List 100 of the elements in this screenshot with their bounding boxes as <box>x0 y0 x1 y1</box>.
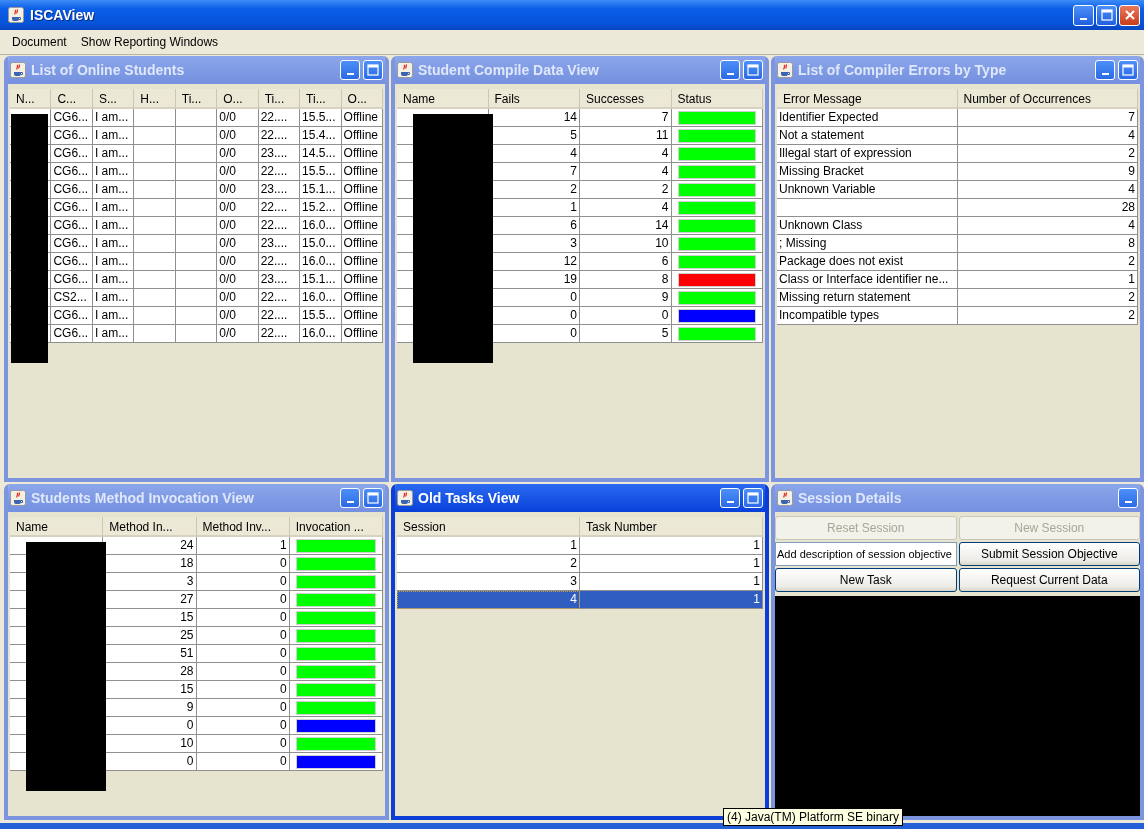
column-header[interactable]: Ti... <box>175 89 218 109</box>
minimize-button[interactable] <box>340 488 360 508</box>
table-cell: Offline <box>341 199 383 217</box>
table-cell <box>175 325 218 343</box>
table-cell: 4 <box>580 199 672 217</box>
column-header[interactable]: Session <box>397 517 580 537</box>
table-cell: 28 <box>957 199 1138 217</box>
column-header[interactable]: Status <box>671 89 763 109</box>
column-header[interactable]: Name <box>10 517 104 537</box>
column-header[interactable]: O... <box>217 89 259 109</box>
frame-title: Old Tasks View <box>418 490 521 506</box>
maximize-button[interactable] <box>363 488 383 508</box>
column-header[interactable]: Error Message <box>777 89 958 109</box>
session-button[interactable]: New Task <box>775 568 957 592</box>
column-header[interactable]: Ti... <box>300 89 342 109</box>
column-header[interactable]: O... <box>341 89 383 109</box>
table-row[interactable]: 2 1 <box>397 555 763 573</box>
column-header[interactable]: Fails <box>488 89 580 109</box>
maximize-button[interactable] <box>363 60 383 80</box>
maximize-icon <box>1100 9 1113 21</box>
table-cell: 22.... <box>258 127 301 145</box>
table-cell: 9 <box>580 289 672 307</box>
table-cell: Unknown Variable <box>777 181 958 199</box>
table-cell: 22.... <box>258 289 301 307</box>
objective-field[interactable]: Add description of session objective <box>775 542 957 566</box>
column-header[interactable]: S... <box>92 89 135 109</box>
table-cell: 0 <box>196 645 290 663</box>
column-header[interactable]: Task Number <box>580 517 763 537</box>
table-cell: 0/0 <box>217 163 259 181</box>
table-cell: 15.5... <box>300 109 342 127</box>
table-cell: 8 <box>580 271 672 289</box>
table-cell <box>134 145 176 163</box>
table-cell: 15 <box>103 609 197 627</box>
minimize-button[interactable] <box>1118 488 1138 508</box>
session-button[interactable]: Request Current Data <box>958 568 1140 592</box>
table-cell: 23.... <box>258 145 301 163</box>
minimize-icon <box>346 501 354 503</box>
column-header[interactable]: Name <box>397 89 489 109</box>
table-cell <box>134 181 176 199</box>
java-cup-icon <box>10 62 26 78</box>
table-cell: 18 <box>103 555 197 573</box>
table-cell: 11 <box>580 127 672 145</box>
table-cell: 15 <box>103 681 197 699</box>
table-row[interactable]: 1 1 <box>397 537 763 555</box>
table-cell: I am... <box>92 217 135 235</box>
table-cell: 0 <box>196 681 290 699</box>
table-cell: 16.0... <box>300 217 342 235</box>
column-header[interactable]: Ti... <box>258 89 301 109</box>
java-cup-icon <box>397 490 413 506</box>
menu-item[interactable]: Show Reporting Windows <box>80 35 219 49</box>
table-cell: Missing Bracket <box>777 163 958 181</box>
table-cell <box>134 199 176 217</box>
column-header[interactable]: Method Inv... <box>196 517 290 537</box>
column-header[interactable]: H... <box>134 89 176 109</box>
minimize-button[interactable] <box>720 60 740 80</box>
table-cell: 0 <box>196 735 290 753</box>
table-cell: CG6... <box>51 235 93 253</box>
table-cell: CG6... <box>51 199 93 217</box>
maximize-button[interactable] <box>743 488 763 508</box>
minimize-button[interactable] <box>1095 60 1115 80</box>
menu-item[interactable]: Document <box>12 35 67 49</box>
table-cell <box>134 235 176 253</box>
column-header[interactable]: Method In... <box>103 517 197 537</box>
column-header[interactable]: Number of Occurrences <box>957 89 1138 109</box>
column-header[interactable]: Successes <box>580 89 672 109</box>
session-button[interactable]: Submit Session Objective <box>958 542 1140 566</box>
table-cell: 0/0 <box>217 145 259 163</box>
minimize-button[interactable] <box>720 488 740 508</box>
table-cell: ; Missing <box>777 235 958 253</box>
maximize-button[interactable] <box>1118 60 1138 80</box>
table-cell: 15.5... <box>300 307 342 325</box>
minimize-button[interactable] <box>340 60 360 80</box>
maximize-button[interactable] <box>743 60 763 80</box>
table-cell: CG6... <box>51 145 93 163</box>
window-title: ISCAView <box>30 7 96 23</box>
column-header[interactable]: N... <box>10 89 52 109</box>
table-cell: 0/0 <box>217 109 259 127</box>
minimize-button[interactable] <box>1073 4 1094 26</box>
table-cell: I am... <box>92 253 135 271</box>
table-cell <box>134 109 176 127</box>
table-cell: 51 <box>103 645 197 663</box>
column-header[interactable]: Invocation ... <box>289 517 383 537</box>
close-icon <box>1123 9 1136 21</box>
table-cell: Illegal start of expression <box>777 145 958 163</box>
table-cell: 4 <box>957 181 1138 199</box>
table-cell: 15.5... <box>300 163 342 181</box>
table-cell: 0 <box>103 753 197 771</box>
minimize-icon <box>726 73 734 75</box>
table-cell: CG6... <box>51 109 93 127</box>
table-row[interactable]: 4 1 <box>397 591 763 609</box>
column-header[interactable]: C... <box>51 89 93 109</box>
frame-title: List of Compiler Errors by Type <box>798 62 1008 78</box>
table-cell: 4 <box>397 591 580 609</box>
table-cell <box>134 127 176 145</box>
close-button[interactable] <box>1119 4 1140 26</box>
table-cell: 16.0... <box>300 289 342 307</box>
table-row[interactable]: 3 1 <box>397 573 763 591</box>
maximize-button[interactable] <box>1096 4 1117 26</box>
table-cell: I am... <box>92 235 135 253</box>
table-cell <box>134 253 176 271</box>
